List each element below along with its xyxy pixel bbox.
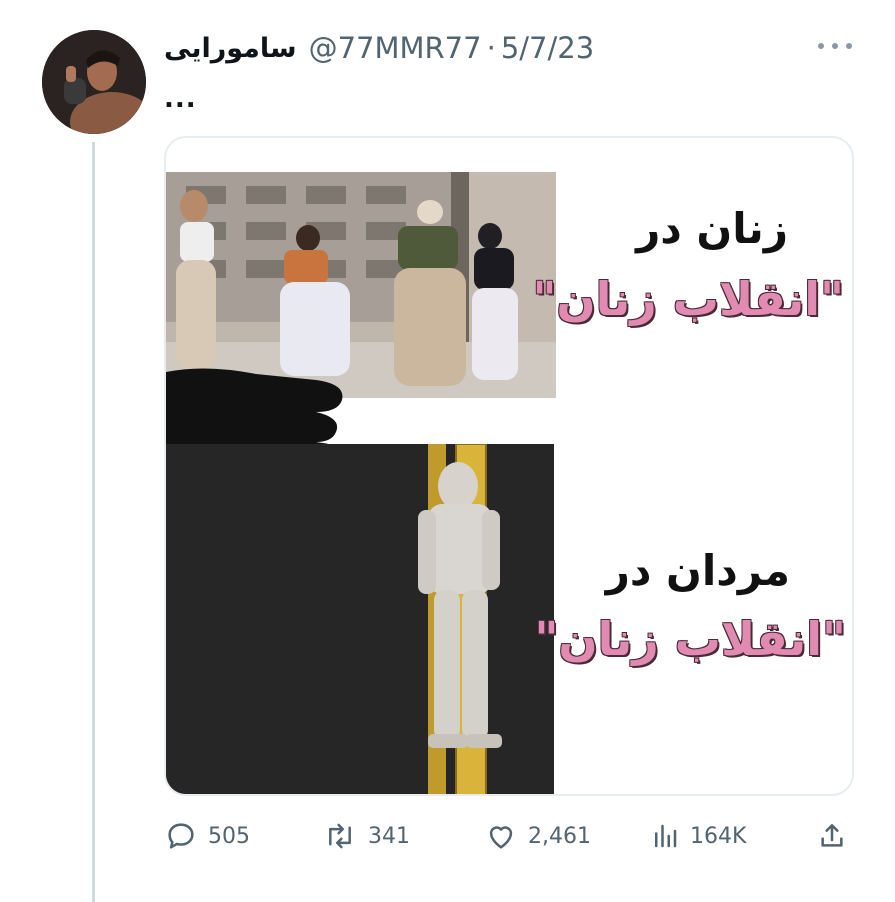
caption-womens-revolution-bottom: "انقلاب زنان" [534,612,846,666]
caption-women-in: زنان در [636,204,788,253]
avatar[interactable] [42,30,146,134]
like-count: 2,461 [528,823,591,849]
like-button[interactable]: 2,461 [484,812,591,860]
media-image[interactable]: زنان در "انقلاب زنان" مردان در "انقلاب ز… [164,136,854,796]
tweet-text: ... [164,84,197,114]
reply-icon [164,819,198,853]
author-handle[interactable]: @77MMR77 [309,31,482,65]
views-count: 164K [690,823,747,849]
tweet-header: سامورایی @77MMR77 · 5/7/23 [164,28,594,68]
views-icon [650,821,680,851]
share-button[interactable] [816,812,848,860]
author-name[interactable]: سامورایی [164,33,297,64]
thread-line [92,142,95,902]
retweet-button[interactable]: 341 [322,812,410,860]
reply-count: 505 [208,823,250,849]
caption-womens-revolution-top: "انقلاب زنان" [532,272,844,326]
tweet-date[interactable]: 5/7/23 [501,31,594,65]
caption-men-in: مردان در [605,546,790,595]
like-icon [484,819,518,853]
retweet-count: 341 [368,823,410,849]
separator-dot: · [486,31,496,65]
photo-hanged [166,444,554,794]
share-icon [816,819,848,853]
views-button[interactable]: 164K [650,812,746,860]
more-icon[interactable] [818,34,852,58]
retweet-icon [322,819,358,853]
reply-button[interactable]: 505 [164,812,250,860]
action-bar: 505 341 2,461 164K [164,812,854,860]
